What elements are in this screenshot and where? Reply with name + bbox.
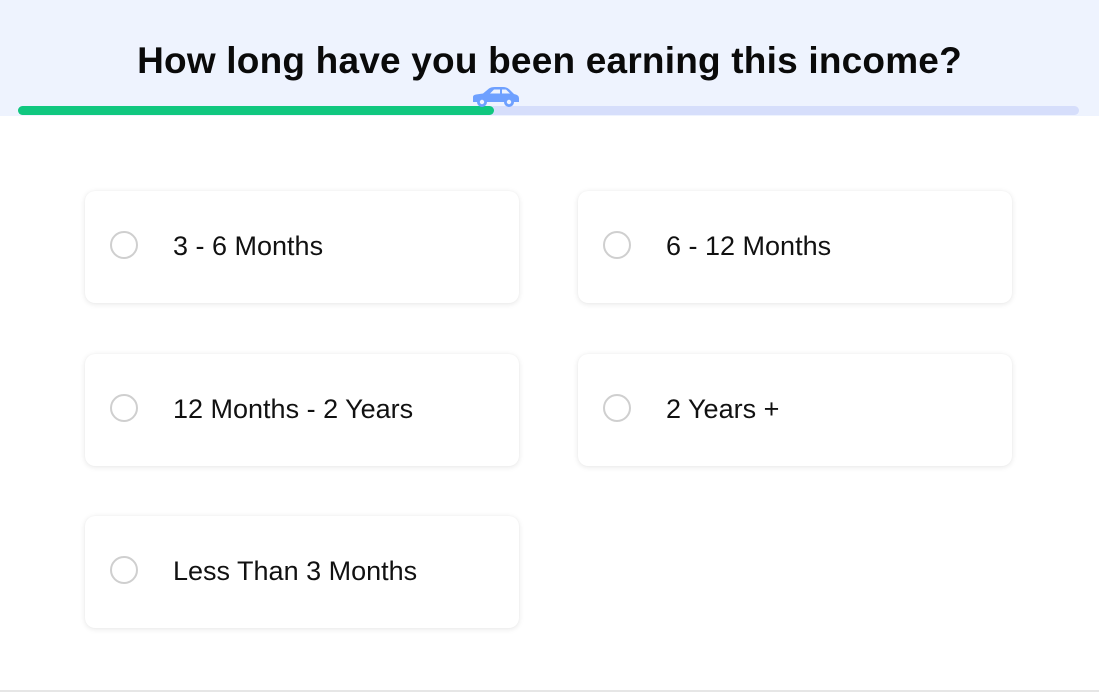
option-label: 12 Months - 2 Years — [173, 394, 414, 424]
option-6-12-months[interactable]: 6 - 12 Months — [578, 191, 1012, 303]
option-less-than-3-months[interactable]: Less Than 3 Months — [85, 516, 519, 628]
option-12-months-2-years[interactable]: 12 Months - 2 Years — [85, 354, 519, 466]
option-label: 3 - 6 Months — [173, 231, 324, 261]
option-label: 6 - 12 Months — [666, 231, 832, 261]
option-label: 2 Years + — [666, 394, 780, 424]
answer-options: 3 - 6 Months 6 - 12 Months 12 Months - 2… — [0, 0, 1099, 692]
option-2-years-plus[interactable]: 2 Years + — [578, 354, 1012, 466]
radio-button[interactable] — [110, 556, 138, 584]
radio-button[interactable] — [603, 231, 631, 259]
radio-button[interactable] — [603, 394, 631, 422]
radio-button[interactable] — [110, 394, 138, 422]
radio-button[interactable] — [110, 231, 138, 259]
option-3-6-months[interactable]: 3 - 6 Months — [85, 191, 519, 303]
option-label: Less Than 3 Months — [173, 556, 418, 586]
